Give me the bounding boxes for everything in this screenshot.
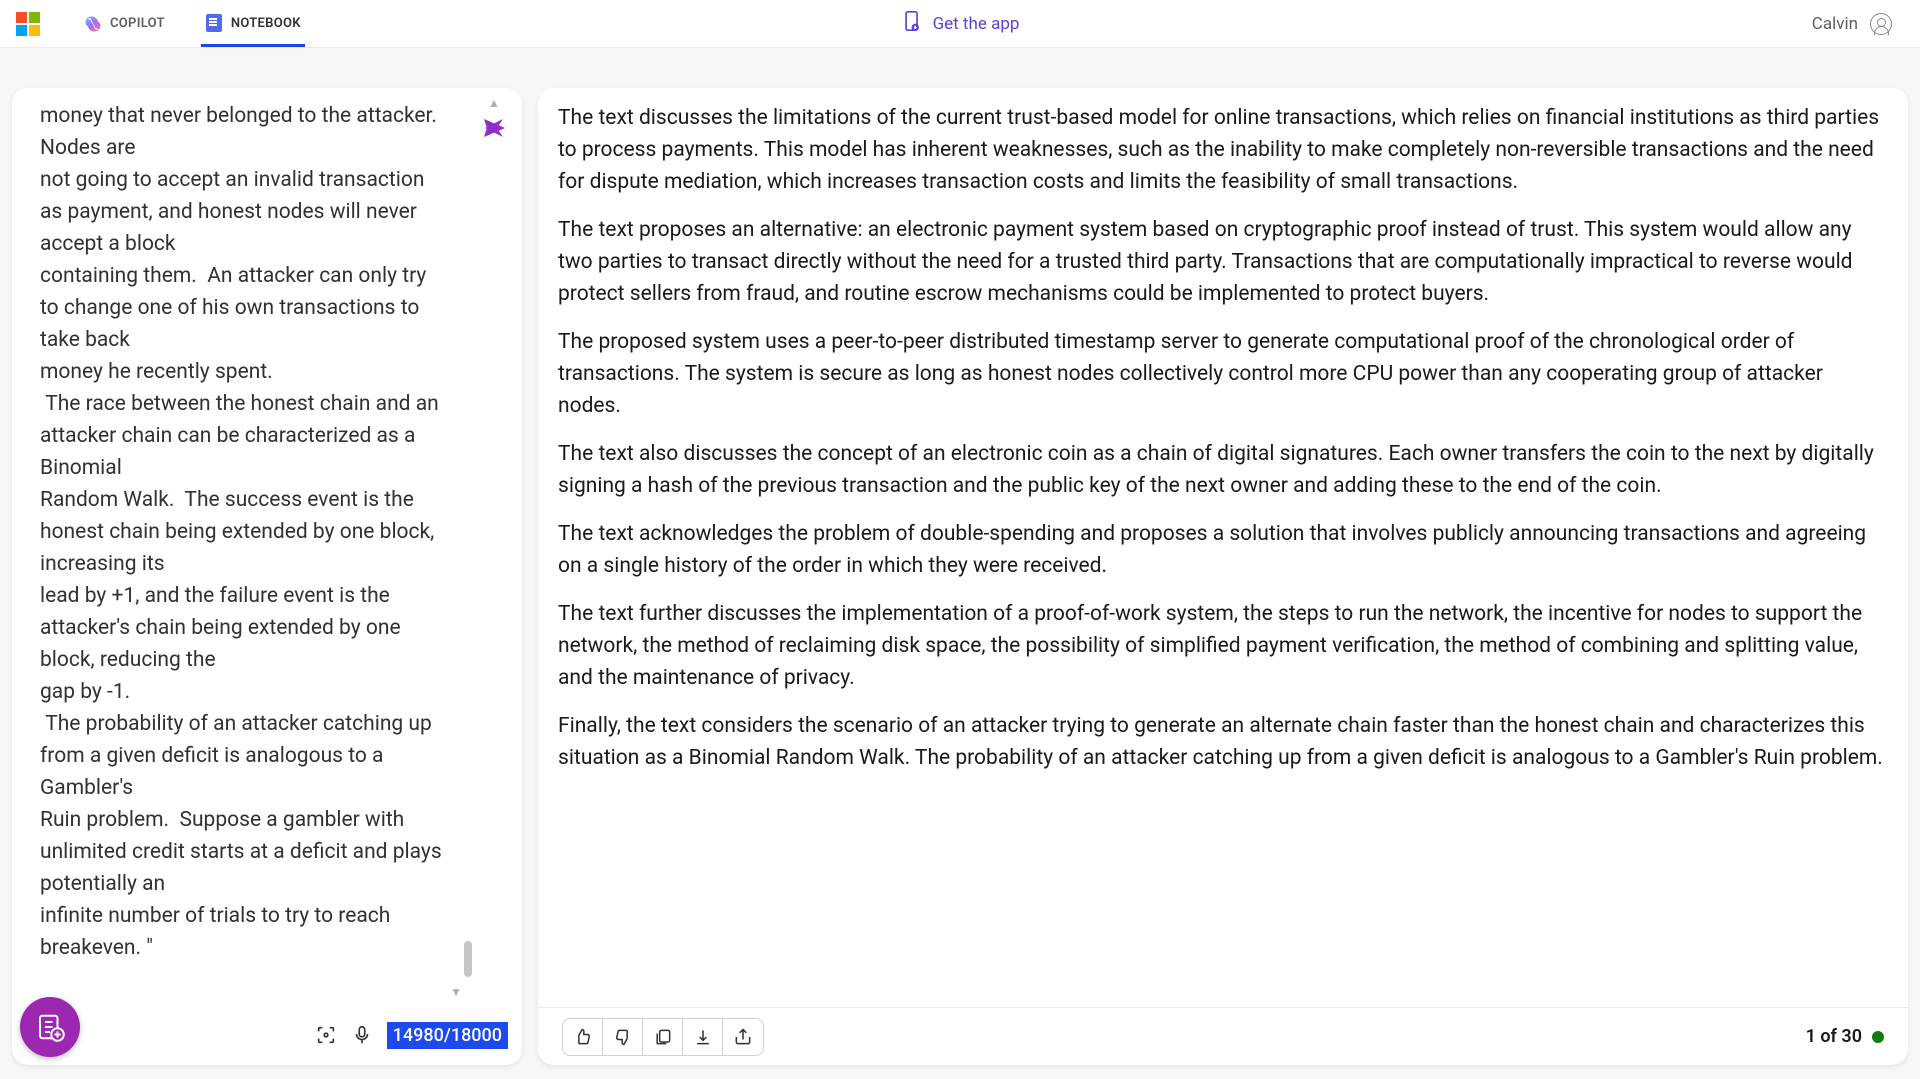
new-topic-button[interactable] bbox=[20, 997, 80, 1057]
phone-download-icon bbox=[901, 10, 923, 37]
tab-notebook[interactable]: NOTEBOOK bbox=[201, 0, 305, 47]
copilot-icon bbox=[84, 15, 102, 33]
like-button[interactable] bbox=[563, 1019, 603, 1055]
workspace: money that never belonged to the attacke… bbox=[0, 48, 1920, 1079]
get-the-app-link[interactable]: Get the app bbox=[901, 10, 1020, 37]
response-paragraph: The text acknowledges the problem of dou… bbox=[558, 518, 1888, 582]
response-actions bbox=[562, 1018, 764, 1056]
scrollbar-thumb[interactable] bbox=[464, 941, 472, 977]
character-count: 14980/18000 bbox=[387, 1022, 508, 1049]
response-body: The text discusses the limitations of th… bbox=[538, 88, 1908, 1007]
tab-notebook-label: NOTEBOOK bbox=[231, 16, 301, 31]
microsoft-logo-icon bbox=[16, 12, 40, 36]
share-button[interactable] bbox=[723, 1019, 763, 1055]
avatar-icon[interactable] bbox=[1870, 13, 1892, 35]
scroll-up-icon[interactable]: ▲ bbox=[488, 96, 500, 110]
page-indicator-label: 1 of 30 bbox=[1806, 1026, 1862, 1047]
copy-button[interactable] bbox=[643, 1019, 683, 1055]
prompt-area: money that never belonged to the attacke… bbox=[12, 88, 522, 1005]
prompt-panel: money that never belonged to the attacke… bbox=[12, 88, 522, 1065]
app-header: COPILOT NOTEBOOK Get the app Calvin bbox=[0, 0, 1920, 48]
send-button[interactable] bbox=[480, 114, 508, 146]
header-center: Get the app bbox=[901, 10, 1020, 37]
username-label: Calvin bbox=[1812, 14, 1858, 34]
visual-search-button[interactable] bbox=[315, 1024, 337, 1046]
notebook-icon bbox=[205, 14, 223, 32]
response-paragraph: The text discusses the limitations of th… bbox=[558, 102, 1888, 198]
status-dot-icon bbox=[1872, 1031, 1884, 1043]
response-paragraph: The proposed system uses a peer-to-peer … bbox=[558, 326, 1888, 422]
microphone-button[interactable] bbox=[351, 1024, 373, 1046]
prompt-footer: 14980/18000 bbox=[12, 1005, 522, 1065]
response-paragraph: The text further discusses the implement… bbox=[558, 598, 1888, 694]
page-indicator: 1 of 30 bbox=[1806, 1026, 1884, 1047]
response-footer: 1 of 30 bbox=[538, 1007, 1908, 1065]
header-right: Calvin bbox=[1812, 13, 1912, 35]
export-button[interactable] bbox=[683, 1019, 723, 1055]
response-paragraph: Finally, the text considers the scenario… bbox=[558, 710, 1888, 774]
prompt-textarea[interactable]: money that never belonged to the attacke… bbox=[12, 88, 466, 1005]
prompt-side-controls: ▲ bbox=[466, 88, 522, 1005]
dislike-button[interactable] bbox=[603, 1019, 643, 1055]
tab-copilot[interactable]: COPILOT bbox=[80, 1, 169, 47]
response-panel: The text discusses the limitations of th… bbox=[538, 88, 1908, 1065]
get-the-app-label: Get the app bbox=[933, 14, 1020, 34]
response-paragraph: The text also discusses the concept of a… bbox=[558, 438, 1888, 502]
response-paragraph: The text proposes an alternative: an ele… bbox=[558, 214, 1888, 310]
tab-copilot-label: COPILOT bbox=[110, 16, 165, 31]
header-tabs: COPILOT NOTEBOOK bbox=[56, 0, 305, 47]
scroll-down-icon[interactable]: ▼ bbox=[450, 985, 462, 999]
